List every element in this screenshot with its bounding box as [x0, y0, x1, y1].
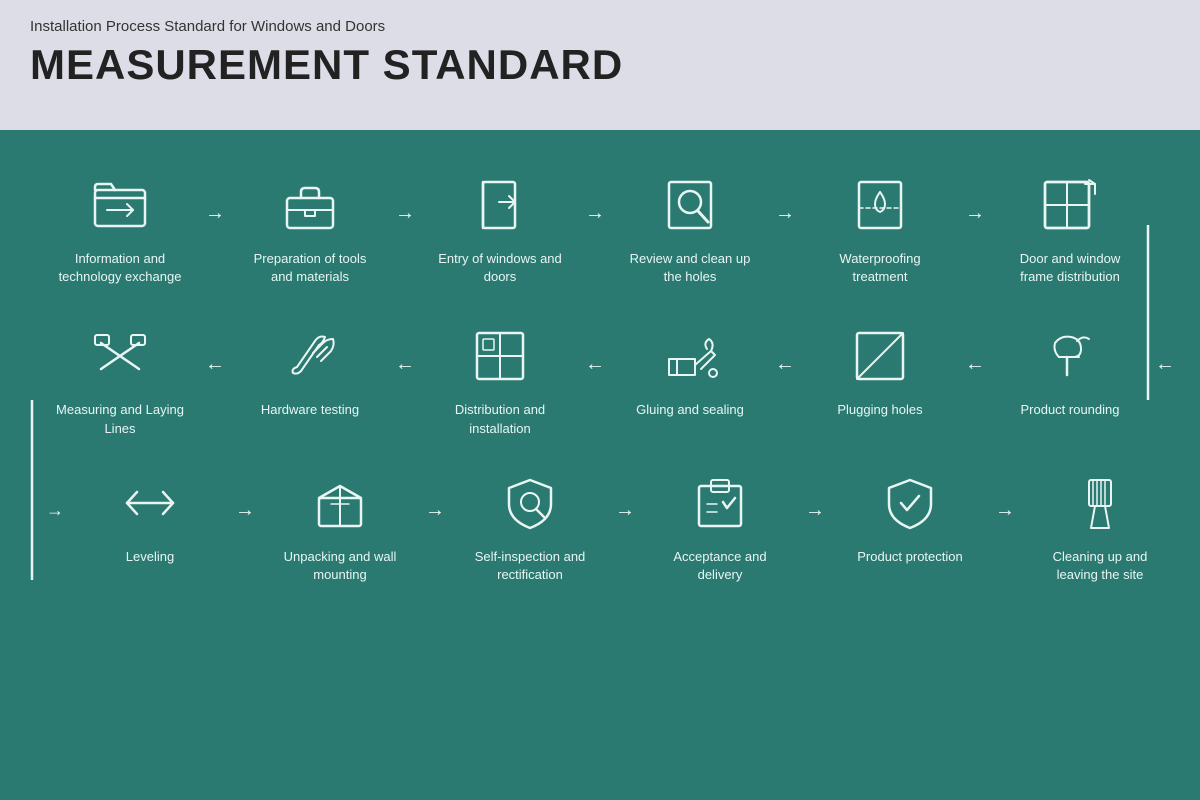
- step-product-rounding: Product rounding: [990, 321, 1150, 419]
- step-label-hardware-testing: Hardware testing: [261, 401, 359, 419]
- step-leveling: Leveling: [70, 468, 230, 566]
- step-label-review-holes: Review and clean up the holes: [625, 250, 755, 286]
- main-content: Information and technology exchange → Pr…: [0, 130, 1200, 800]
- step-info-exchange: Information and technology exchange: [40, 170, 200, 286]
- step-cleaning-site: Cleaning up and leaving the site: [1020, 468, 1180, 584]
- step-label-cleaning-site: Cleaning up and leaving the site: [1035, 548, 1165, 584]
- step-hardware-testing: Hardware testing: [230, 321, 390, 419]
- header-title: MEASUREMENT STANDARD: [30, 41, 1170, 89]
- step-label-tools-prep: Preparation of tools and materials: [245, 250, 375, 286]
- step-tools-prep: Preparation of tools and materials: [230, 170, 390, 286]
- header-subtitle: Installation Process Standard for Window…: [30, 18, 1170, 35]
- step-label-product-rounding: Product rounding: [1020, 401, 1119, 419]
- step-label-waterproofing: Waterproofing treatment: [815, 250, 945, 286]
- step-label-measuring-lines: Measuring and Laying Lines: [55, 401, 185, 437]
- step-distribution-install: Distribution and installation: [420, 321, 580, 437]
- step-waterproofing: Waterproofing treatment: [800, 170, 960, 286]
- step-label-unpacking-mount: Unpacking and wall mounting: [275, 548, 405, 584]
- step-label-entry-windows: Entry of windows and doors: [435, 250, 565, 286]
- row3: → Leveling →: [30, 468, 1170, 584]
- step-measuring-lines: Measuring and Laying Lines: [40, 321, 200, 437]
- step-plugging-holes: Plugging holes: [800, 321, 960, 419]
- step-product-protection: Product protection: [830, 468, 990, 566]
- row1: Information and technology exchange → Pr…: [30, 170, 1170, 286]
- step-self-inspection: Self-inspection and rectification: [450, 468, 610, 584]
- step-label-leveling: Leveling: [126, 548, 174, 566]
- step-label-frame-distribution: Door and window frame distribution: [1005, 250, 1135, 286]
- step-gluing-sealing: Gluing and sealing: [610, 321, 770, 419]
- step-unpacking-mount: Unpacking and wall mounting: [260, 468, 420, 584]
- step-frame-distribution: Door and window frame distribution: [990, 170, 1150, 286]
- step-label-acceptance-delivery: Acceptance and delivery: [655, 548, 785, 584]
- step-label-plugging-holes: Plugging holes: [837, 401, 922, 419]
- step-label-gluing-sealing: Gluing and sealing: [636, 401, 744, 419]
- step-label-self-inspection: Self-inspection and rectification: [465, 548, 595, 584]
- step-label-distribution-install: Distribution and installation: [435, 401, 565, 437]
- step-label-product-protection: Product protection: [857, 548, 963, 566]
- step-label-info-exchange: Information and technology exchange: [55, 250, 185, 286]
- step-entry-windows: Entry of windows and doors: [420, 170, 580, 286]
- row2: Measuring and Laying Lines ← Hardware te…: [30, 321, 1170, 437]
- step-review-holes: Review and clean up the holes: [610, 170, 770, 286]
- step-acceptance-delivery: Acceptance and delivery: [640, 468, 800, 584]
- header: Installation Process Standard for Window…: [0, 0, 1200, 130]
